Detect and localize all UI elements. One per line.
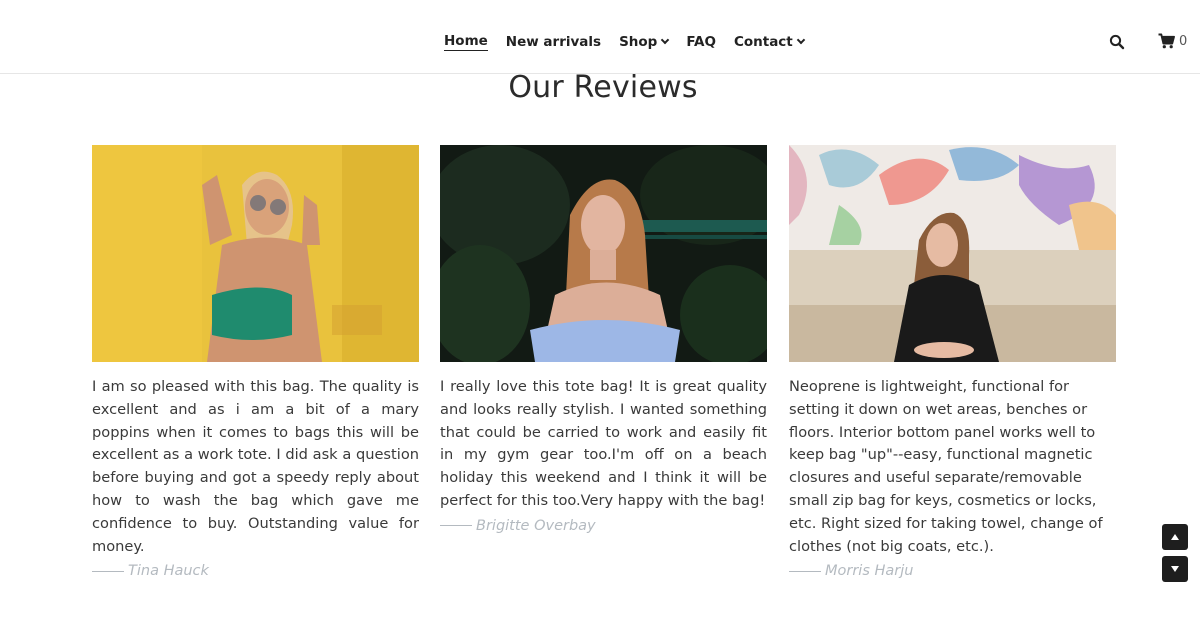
chevron-down-icon xyxy=(796,35,806,45)
scroll-down-button[interactable] xyxy=(1162,556,1188,582)
search-icon[interactable] xyxy=(1109,34,1125,50)
cart-icon xyxy=(1158,33,1175,49)
nav-item-shop[interactable]: Shop xyxy=(619,34,670,50)
review-photo xyxy=(92,145,419,362)
nav-item-contact[interactable]: Contact xyxy=(733,34,806,50)
review-text: I really love this tote bag! It is great… xyxy=(440,378,767,509)
author-dash xyxy=(440,525,472,527)
author-name: Brigitte Overbay xyxy=(476,517,596,534)
review-author: Brigitte Overbay xyxy=(440,518,767,534)
review-author: Morris Harju xyxy=(789,563,1116,579)
arrow-up-icon xyxy=(1171,534,1179,540)
review-text: I am so pleased with this bag. The quali… xyxy=(92,378,419,555)
review-card: I am so pleased with this bag. The quali… xyxy=(92,145,419,579)
nav-faq-label: FAQ xyxy=(686,34,716,50)
nav-new-arrivals-label: New arrivals xyxy=(505,34,602,50)
cart-button[interactable]: 0 xyxy=(1158,33,1187,49)
review-text: Neoprene is lightweight, functional for … xyxy=(789,378,1103,555)
arrow-down-icon xyxy=(1171,566,1179,572)
nav-contact-label: Contact xyxy=(733,34,793,50)
nav-shop-label: Shop xyxy=(619,34,658,50)
review-photo xyxy=(789,145,1116,362)
site-header: Home New arrivals Shop FAQ Contact 0 xyxy=(0,0,1200,74)
review-card: Neoprene is lightweight, functional for … xyxy=(789,145,1116,579)
author-name: Morris Harju xyxy=(825,563,914,580)
cart-count: 0 xyxy=(1179,33,1188,49)
main-nav: Home New arrivals Shop FAQ Contact xyxy=(444,33,822,51)
nav-item-home[interactable]: Home xyxy=(444,33,488,51)
nav-item-faq[interactable]: FAQ xyxy=(686,34,716,50)
section-title: Our Reviews xyxy=(508,70,698,105)
review-photo xyxy=(440,145,767,362)
nav-home-label: Home xyxy=(444,33,488,51)
author-name: Tina Hauck xyxy=(128,563,209,580)
chevron-down-icon xyxy=(661,35,670,45)
author-dash xyxy=(92,570,124,572)
review-author: Tina Hauck xyxy=(92,563,419,579)
nav-item-new-arrivals[interactable]: New arrivals xyxy=(506,34,601,50)
scroll-up-button[interactable] xyxy=(1162,524,1188,550)
author-dash xyxy=(789,570,821,572)
review-card: I really love this tote bag! It is great… xyxy=(440,145,767,534)
